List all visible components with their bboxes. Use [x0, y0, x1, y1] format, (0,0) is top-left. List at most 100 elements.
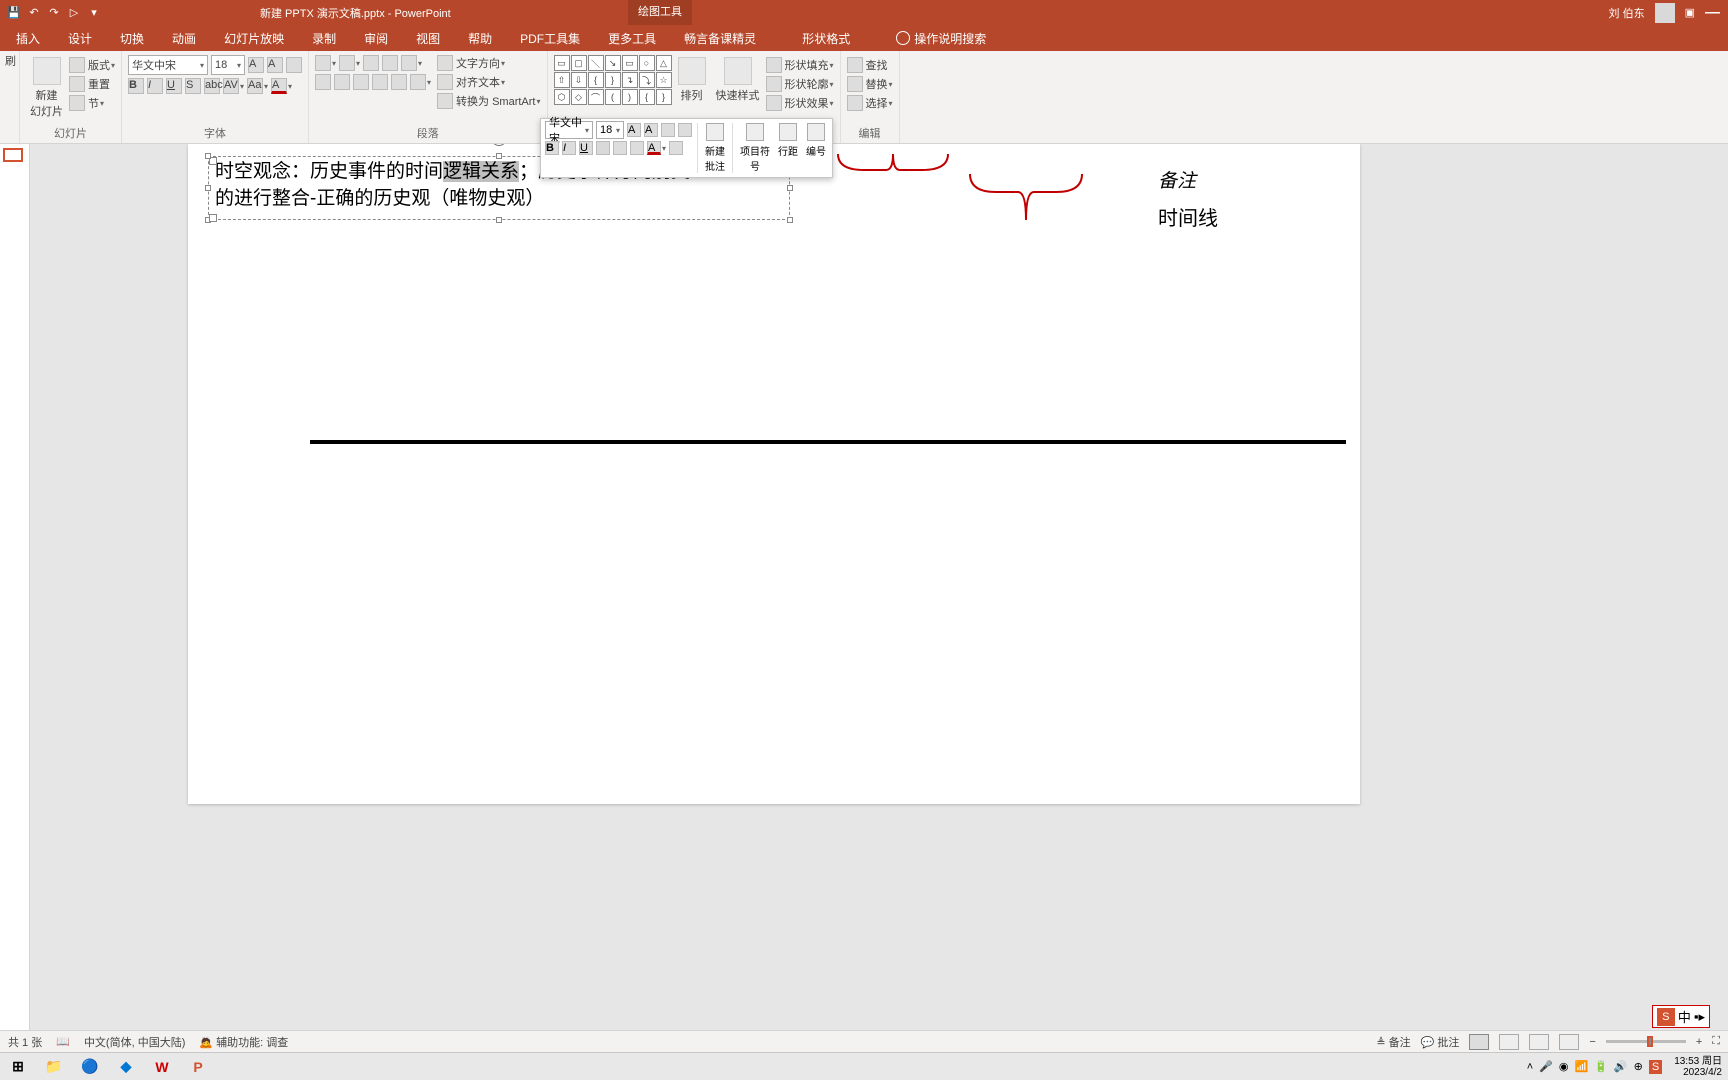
align-left-icon[interactable]	[315, 74, 331, 90]
distributed-icon[interactable]	[391, 74, 407, 90]
mini-font-size[interactable]: 18▾	[596, 121, 624, 139]
align-text-button[interactable]: 对齐文本▾	[437, 74, 540, 90]
clear-format-icon[interactable]	[286, 57, 302, 73]
justify-icon[interactable]	[372, 74, 388, 90]
sogou-tray-icon[interactable]: S	[1649, 1060, 1662, 1074]
grow-font-icon[interactable]: A	[248, 57, 264, 73]
tab-insert[interactable]: 插入	[14, 30, 42, 47]
shrink-font-icon[interactable]: A	[267, 57, 283, 73]
decrease-indent-icon[interactable]	[363, 55, 379, 71]
layout-button[interactable]: 版式▾	[69, 57, 115, 73]
wps-icon[interactable]: W	[150, 1055, 174, 1079]
mini-align-right-icon[interactable]	[630, 141, 644, 155]
smartart-button[interactable]: 转换为 SmartArt▾	[437, 93, 540, 109]
mini-underline-icon[interactable]: U	[579, 141, 593, 155]
resize-handle[interactable]	[205, 153, 211, 159]
shape-outline-button[interactable]: 形状轮廓▾	[766, 76, 834, 92]
mini-grow-font-icon[interactable]: A	[627, 123, 641, 137]
tab-animations[interactable]: 动画	[170, 30, 198, 47]
mini-align-left-icon[interactable]	[596, 141, 610, 155]
tray-icon-2[interactable]: ⊕	[1634, 1060, 1643, 1073]
underline-icon[interactable]: U	[166, 78, 182, 94]
mini-font-color-icon[interactable]: A	[647, 141, 661, 155]
shape-effects-button[interactable]: 形状效果▾	[766, 95, 834, 111]
start-button[interactable]: ⊞	[6, 1055, 30, 1079]
resize-handle[interactable]	[205, 217, 211, 223]
save-icon[interactable]: 💾	[6, 5, 22, 21]
tab-view[interactable]: 视图	[414, 30, 442, 47]
quick-styles-button[interactable]: 快速样式	[712, 55, 764, 105]
select-button[interactable]: 选择▾	[847, 95, 893, 111]
font-size-input[interactable]: 18▾	[211, 55, 245, 75]
tab-slideshow[interactable]: 幻灯片放映	[222, 30, 286, 47]
mini-font-name[interactable]: 华文中宋▾	[545, 121, 593, 139]
wifi-icon[interactable]: 📶	[1575, 1060, 1589, 1073]
volume-icon[interactable]: 🔊	[1614, 1060, 1628, 1073]
shadow-icon[interactable]: abc	[204, 78, 220, 94]
resize-handle[interactable]	[787, 217, 793, 223]
brace-shape-1[interactable]	[836, 152, 950, 196]
redo-icon[interactable]: ↷	[46, 5, 62, 21]
mini-format-painter-icon[interactable]	[669, 141, 683, 155]
strikethrough-icon[interactable]: S	[185, 78, 201, 94]
powerpoint-icon[interactable]: P	[186, 1055, 210, 1079]
tab-record[interactable]: 录制	[310, 30, 338, 47]
text-direction-button[interactable]: 文字方向▾	[437, 55, 540, 71]
mini-decrease-indent-icon[interactable]	[661, 123, 675, 137]
tab-review[interactable]: 审阅	[362, 30, 390, 47]
tab-transitions[interactable]: 切换	[118, 30, 146, 47]
zoom-slider[interactable]	[1606, 1040, 1686, 1043]
mini-numbering-button[interactable]: 编号	[802, 121, 830, 175]
rotate-handle-icon[interactable]	[491, 144, 507, 146]
comments-button[interactable]: 💬 批注	[1421, 1034, 1460, 1050]
tab-pdf-tools[interactable]: PDF工具集	[518, 30, 582, 47]
tray-icon[interactable]: ◉	[1559, 1060, 1569, 1073]
tab-changyan[interactable]: 畅言备课精灵	[682, 30, 758, 47]
horizontal-line-shape[interactable]	[310, 440, 1346, 444]
tab-design[interactable]: 设计	[66, 30, 94, 47]
slide-sorter-view-button[interactable]	[1499, 1034, 1519, 1050]
mic-icon[interactable]: 🎤	[1539, 1060, 1553, 1073]
reading-view-button[interactable]	[1529, 1034, 1549, 1050]
resize-handle[interactable]	[496, 153, 502, 159]
find-button[interactable]: 查找	[847, 57, 893, 73]
fit-to-window-button[interactable]: ⛶	[1712, 1035, 1720, 1048]
zoom-in-button[interactable]: +	[1696, 1036, 1702, 1048]
mini-line-spacing-button[interactable]: 行距	[774, 121, 802, 175]
mini-italic-icon[interactable]: I	[562, 141, 576, 155]
slideshow-view-button[interactable]	[1559, 1034, 1579, 1050]
font-name-input[interactable]: 华文中宋▾	[128, 55, 208, 75]
mini-shrink-font-icon[interactable]: A	[644, 123, 658, 137]
app-icon-2[interactable]: ◆	[114, 1055, 138, 1079]
zoom-out-button[interactable]: −	[1589, 1036, 1595, 1048]
font-color-icon[interactable]: A	[271, 78, 287, 94]
mini-bullets-button[interactable]: 项目符 号	[736, 121, 774, 175]
columns-icon[interactable]	[410, 74, 426, 90]
normal-view-button[interactable]	[1469, 1034, 1489, 1050]
slide-thumbnail-panel[interactable]	[0, 144, 30, 1052]
replace-button[interactable]: 替换▾	[847, 76, 893, 92]
section-button[interactable]: 节▾	[69, 95, 115, 111]
mini-align-center-icon[interactable]	[613, 141, 627, 155]
change-case-icon[interactable]: Aa	[247, 78, 263, 94]
tab-help[interactable]: 帮助	[466, 30, 494, 47]
mini-new-comment-button[interactable]: 新建 批注	[701, 121, 729, 175]
start-from-beginning-icon[interactable]: ▷	[66, 5, 82, 21]
app-icon-1[interactable]: 🔵	[78, 1055, 102, 1079]
avatar[interactable]	[1655, 3, 1675, 23]
numbering-icon[interactable]	[339, 55, 355, 71]
italic-icon[interactable]: I	[147, 78, 163, 94]
file-explorer-icon[interactable]: 📁	[42, 1055, 66, 1079]
increase-indent-icon[interactable]	[382, 55, 398, 71]
shape-fill-button[interactable]: 形状填充▾	[766, 57, 834, 73]
align-right-icon[interactable]	[353, 74, 369, 90]
bullets-icon[interactable]	[315, 55, 331, 71]
shapes-gallery[interactable]: ▭▢＼↘▭○△ ⇧⇩{}↴⤵☆ ⬡◇⌒(){}	[554, 55, 672, 105]
accessibility-status[interactable]: 🙇 辅助功能: 调查	[199, 1034, 288, 1050]
tell-me-search[interactable]: 操作说明搜索	[896, 30, 986, 47]
minimize-icon[interactable]: —	[1705, 4, 1720, 21]
cut-label[interactable]: 刷	[2, 55, 18, 66]
notes-button[interactable]: ≜ 备注	[1376, 1034, 1410, 1050]
resize-handle[interactable]	[205, 185, 211, 191]
ime-indicator[interactable]: S 中 ▪▸	[1652, 1005, 1710, 1028]
